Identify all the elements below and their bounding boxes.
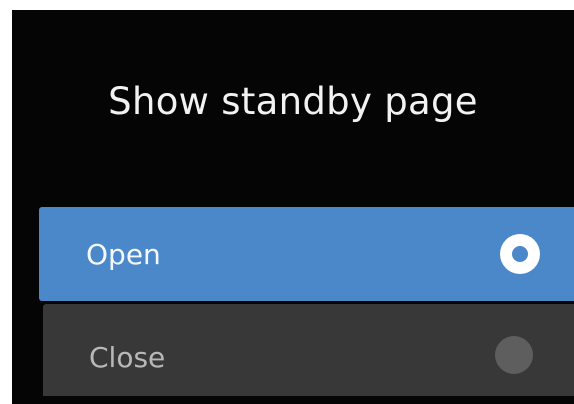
option-open-label: Open [86,238,161,271]
radio-button-unchecked-icon[interactable] [495,336,533,374]
option-close[interactable]: Close [43,304,574,396]
standby-page-dialog: Show standby page Open Close [12,10,574,404]
dialog-title: Show standby page [108,80,478,123]
option-open[interactable]: Open [39,207,574,301]
radio-button-checked-icon[interactable] [500,234,540,274]
option-close-label: Close [89,341,166,374]
